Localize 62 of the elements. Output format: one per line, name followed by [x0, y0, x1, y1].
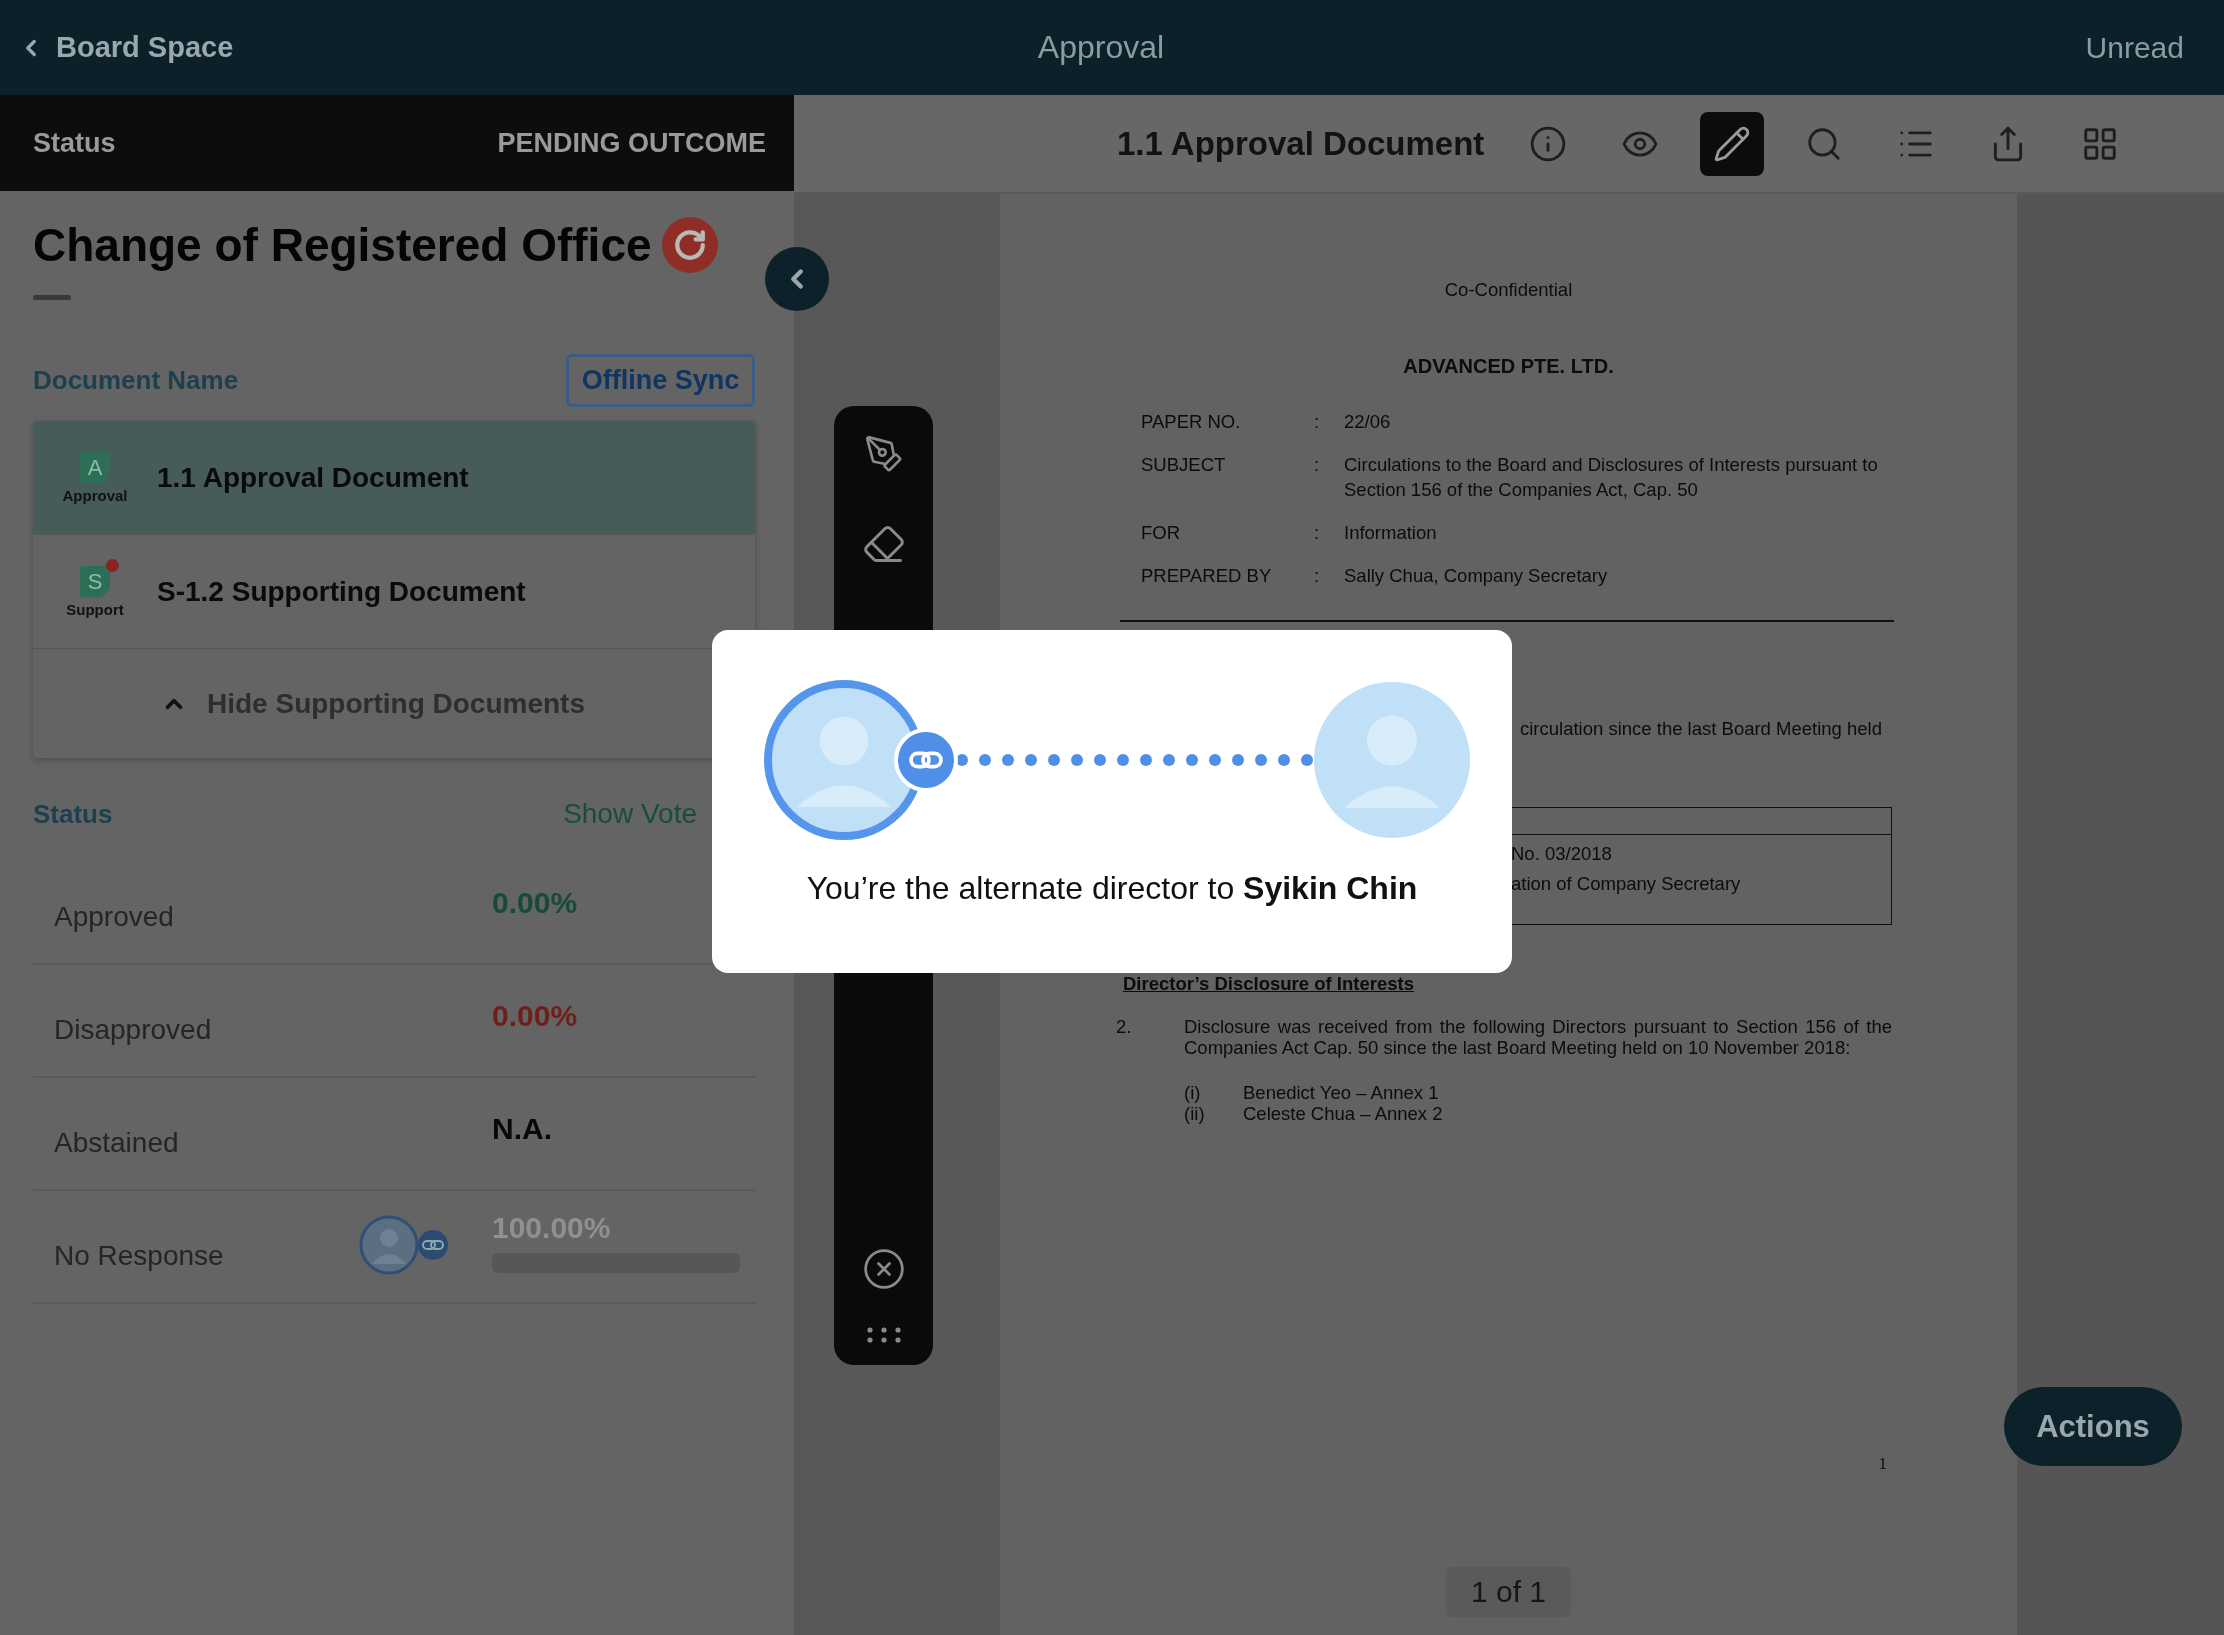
list-marker: (i) [1184, 1082, 1202, 1103]
badge-label: Support [66, 600, 124, 618]
page-number: 1 [1878, 1454, 1887, 1474]
field-value: Information [1344, 521, 1438, 545]
pen-nib-icon [863, 434, 904, 474]
field-value: 22/06 [1344, 410, 1392, 434]
document-row[interactable]: A Approval 1.1 Approval Document [33, 421, 755, 535]
vote-label: Abstained [54, 1126, 180, 1159]
field-label: FOR [1141, 521, 1182, 545]
table-cell: ation of Company Secretary [1511, 873, 1741, 895]
list-item: Celeste Chua – Annex 2 [1243, 1103, 1444, 1124]
section-heading: Document Name [33, 365, 239, 396]
page-title: Approval [1037, 29, 1165, 66]
colon-mark: : [1314, 521, 1321, 545]
colon-mark: : [1314, 410, 1321, 434]
field-label: PREPARED BY [1141, 564, 1273, 588]
field-value: Circulations to the Board and Disclosures of Interests pursuant to Section 156 of the Companies Act, Cap. 50 [1344, 453, 1879, 502]
field-value: Sally Chua, Company Secretary [1344, 564, 1609, 588]
vote-label: Disapproved [54, 1013, 213, 1046]
document-title: 1.1 Approval Document [157, 461, 469, 494]
dialog-message: You’re the alternate director to Syikin Chin [806, 870, 1418, 907]
company-name: ADVANCED PTE. LTD. [1403, 354, 1614, 378]
section-heading: Director’s Disclosure of Interests [1123, 973, 1415, 995]
back-button[interactable]: Board Space [18, 31, 234, 64]
field-label: PAPER NO. [1141, 410, 1242, 434]
status-value: PENDING OUTCOME [497, 127, 766, 159]
vote-value: 0.00% [492, 885, 579, 920]
status-label: Status [33, 127, 116, 159]
colon-mark: : [1314, 564, 1321, 588]
avatar-icon [1314, 682, 1470, 838]
field-label: SUBJECT [1141, 453, 1227, 477]
document-badge-icon: S [80, 565, 110, 598]
vote-value: 0.00% [492, 998, 579, 1033]
list-item: Benedict Yeo – Annex 1 [1243, 1082, 1440, 1103]
confidential-label: Co-Confidential [1444, 278, 1573, 302]
vote-label: No Response [54, 1239, 225, 1272]
paragraph-text: Disclosure was received from the following Directors pursuant to Section 156 of the Companies Act Cap. 50 since the last Board Meeting held on 10 November 2018: [1184, 1016, 1892, 1058]
pen-icon [1713, 124, 1752, 163]
item-title: Change of Registered Office [33, 218, 652, 272]
document-badge-icon: A [80, 451, 110, 484]
drag-handle-icon[interactable] [866, 1327, 901, 1343]
offline-sync-button[interactable]: Offline Sync [566, 354, 755, 407]
table-cell: No. 03/2018 [1511, 843, 1612, 865]
document-title: 1.1 Approval Document [1117, 124, 1485, 163]
link-icon [894, 728, 958, 792]
actions-button[interactable]: Actions [2004, 1387, 2182, 1466]
close-icon [861, 1247, 906, 1291]
vote-value: N.A. [492, 1111, 553, 1146]
colon-mark: : [1314, 453, 1321, 477]
paragraph-number: 2. [1116, 1016, 1133, 1039]
info-icon [1529, 124, 1568, 163]
section-heading: Status [33, 798, 113, 830]
vote-label: Approved [54, 900, 175, 933]
document-title: S-1.2 Supporting Document [157, 575, 526, 608]
paragraph-text: circulation since the last Board Meeting held [1520, 717, 1883, 741]
unread-button[interactable]: Unread [2085, 30, 2184, 65]
pen-tool-button[interactable] [1700, 111, 1765, 176]
close-button[interactable] [861, 1247, 906, 1291]
badge-label: Approval [62, 486, 128, 504]
list-marker: (ii) [1184, 1103, 1206, 1124]
pen-tool-button[interactable] [863, 434, 904, 474]
page-indicator: 1 of 1 [1446, 1567, 1571, 1617]
